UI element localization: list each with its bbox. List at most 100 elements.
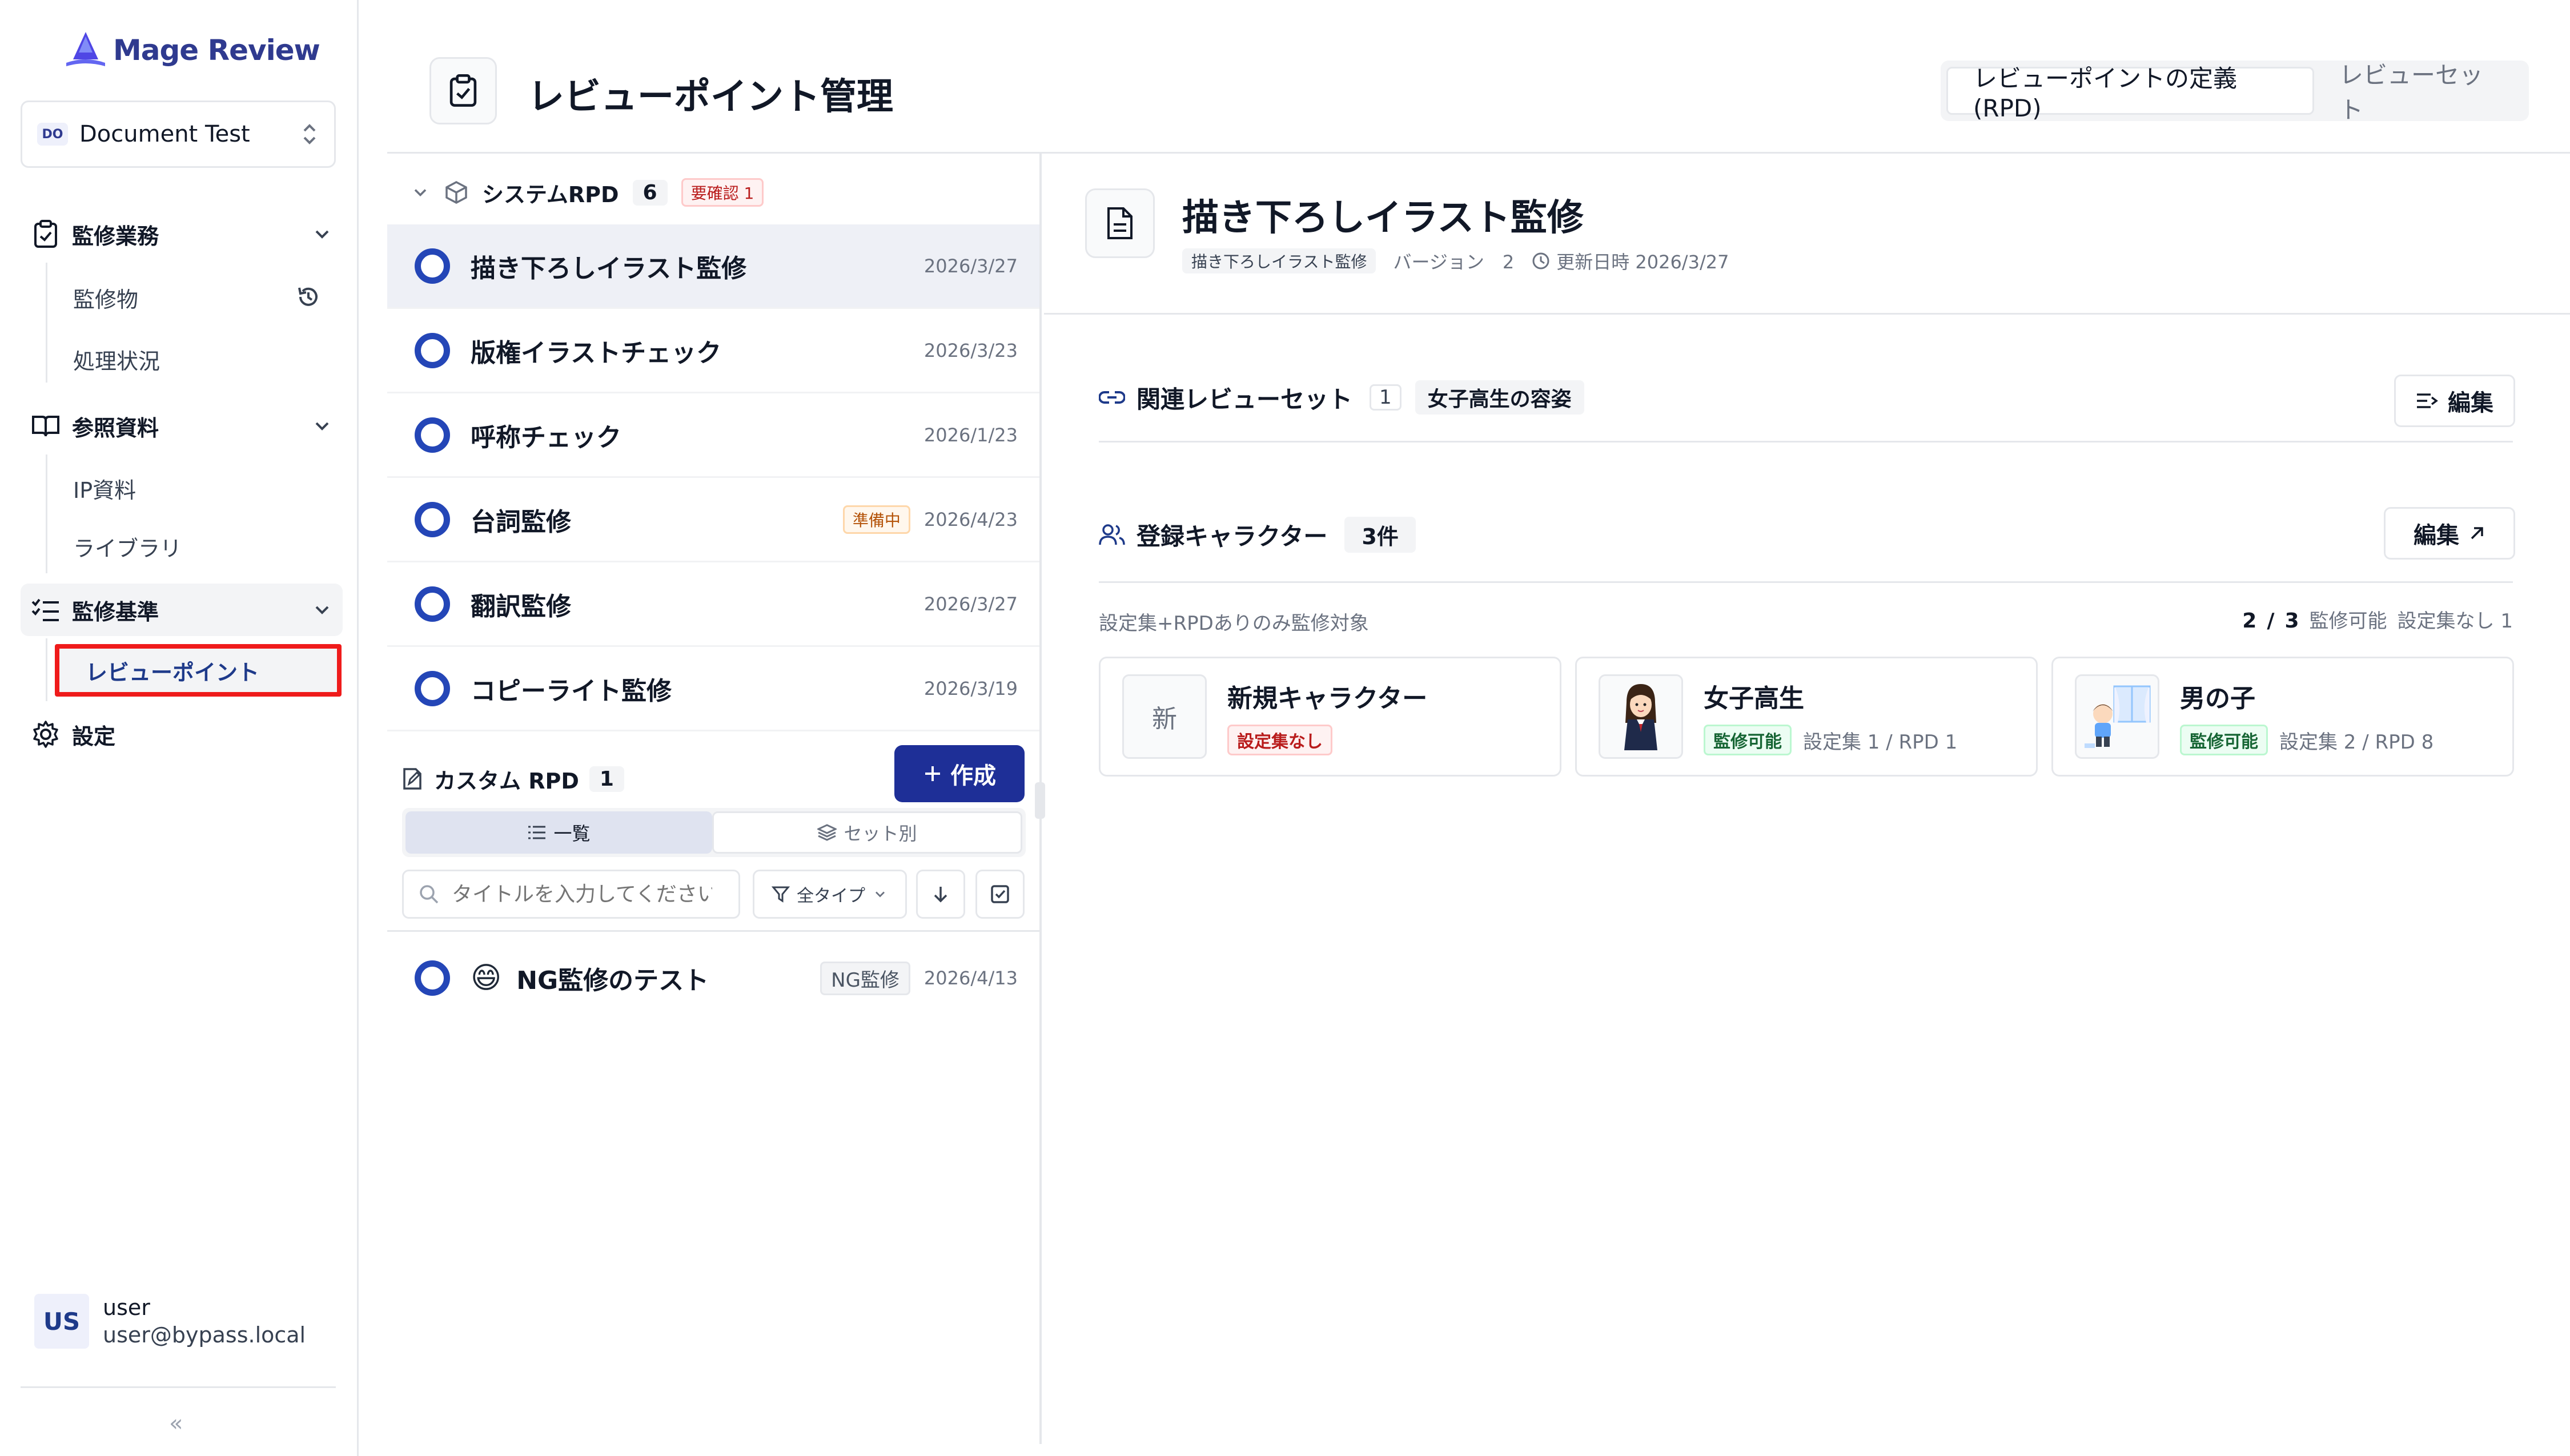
updated-at: 更新日時 2026/3/27 — [1531, 248, 1729, 274]
user-profile[interactable]: US user user@bypass.local — [34, 1294, 306, 1349]
sort-button[interactable] — [916, 870, 965, 919]
nav-guide-line — [46, 638, 47, 701]
nav-group-review-standards[interactable]: 監修基準 — [21, 584, 343, 636]
list-item-title: 翻訳監修 — [471, 592, 571, 621]
link-icon — [1099, 391, 1125, 404]
edit-characters-button[interactable]: 編集 — [2384, 507, 2515, 560]
list-item-title: 台詞監修 — [471, 507, 571, 537]
divider — [1044, 313, 2570, 315]
list-item[interactable]: 翻訳監修 2026/3/27 — [387, 562, 1039, 647]
type-badge: NG監修 — [820, 961, 910, 995]
system-rpd-header[interactable]: システムRPD 6 要確認 1 — [410, 165, 764, 220]
clipboard-check-icon — [30, 218, 62, 250]
review-set-tag[interactable]: 女子高生の容姿 — [1415, 380, 1584, 415]
character-thumbnail: 新 — [1122, 674, 1207, 759]
list-item[interactable]: 呼称チェック 2026/1/23 — [387, 393, 1039, 478]
divider — [1099, 441, 2513, 443]
page-icon — [429, 57, 497, 124]
nav-group-label: 監修業務 — [72, 223, 159, 249]
chevron-updown-icon — [303, 124, 316, 144]
list-item[interactable]: 描き下ろしイラスト監修 2026/3/27 — [387, 224, 1039, 309]
chevron-down-icon[interactable] — [410, 182, 431, 203]
list-item[interactable]: 版権イラストチェック 2026/3/23 — [387, 309, 1039, 393]
view-by-set-label: セット別 — [844, 823, 917, 844]
list-item-date: 2026/3/27 — [923, 593, 1018, 615]
nav-item-reviews[interactable]: 監修物 — [73, 282, 138, 313]
edit-review-sets-button[interactable]: 編集 — [2394, 375, 2515, 427]
status-ring-icon — [415, 586, 450, 622]
status-ring-icon — [415, 417, 450, 453]
avatar: US — [34, 1294, 89, 1349]
list-item[interactable]: 😄 NG監修のテスト NG監修 2026/4/13 — [387, 936, 1039, 1020]
collapse-sidebar-icon[interactable]: « — [169, 1410, 183, 1437]
external-arrow-icon — [2471, 527, 2483, 540]
custom-rpd-header: カスタム RPD 1 — [401, 747, 624, 810]
no-setting-badge: 設定集なし — [1227, 725, 1332, 755]
view-toggle: 一覧 セット別 — [402, 808, 1026, 857]
type-filter-label: 全タイプ — [797, 886, 865, 906]
list-item[interactable]: コピーライト監修 2026/3/19 — [387, 647, 1039, 731]
list-icon — [528, 826, 546, 839]
sidebar: Mage Review DO Document Test 監修業務 監修物 処理… — [0, 0, 359, 1456]
nav-group-reference[interactable]: 参照資料 — [21, 400, 343, 452]
logo-icon — [66, 32, 105, 66]
workspace-switcher[interactable]: DO Document Test — [21, 100, 336, 168]
updated-label: 更新日時 2026/3/27 — [1556, 251, 1729, 273]
nav-item-review-point[interactable]: レビューポイント — [55, 644, 342, 697]
review-eligible-badge: 監修可能 — [1704, 725, 1792, 755]
search-box[interactable] — [402, 870, 740, 919]
total-count: 3 — [2284, 609, 2299, 633]
view-list-button[interactable]: 一覧 — [405, 811, 712, 854]
nav-item-label: レビューポイント — [86, 659, 260, 685]
character-count: 3件 — [1344, 516, 1416, 553]
nav-settings-label: 設定 — [72, 723, 116, 749]
checkbox-icon — [991, 885, 1009, 903]
nav-item-ip-materials[interactable]: IP資料 — [73, 473, 136, 504]
list-item-date: 2026/3/23 — [923, 339, 1018, 361]
status-ring-icon — [415, 248, 450, 284]
nav-item-processing-status[interactable]: 処理状況 — [73, 344, 160, 375]
no-setting-count: 設定集なし 1 — [2397, 610, 2513, 633]
document-icon — [1085, 188, 1155, 258]
character-card[interactable]: 男の子 監修可能 設定集 2 / RPD 8 — [2051, 657, 2514, 777]
app-logo[interactable]: Mage Review — [64, 30, 320, 71]
gear-icon — [30, 718, 62, 750]
app-name: Mage Review — [113, 34, 320, 67]
view-list-label: 一覧 — [553, 823, 591, 844]
history-icon[interactable] — [295, 283, 322, 311]
character-card[interactable]: 新 新規キャラクター 設定集なし — [1099, 657, 1561, 777]
book-open-icon — [30, 410, 62, 442]
related-review-sets-section: 関連レビューセット 1 女子高生の容姿 — [1099, 377, 2513, 418]
search-input[interactable] — [451, 882, 713, 907]
nav-settings[interactable]: 設定 — [21, 708, 343, 761]
eligibility-summary: 2 / 3 監修可能 設定集なし 1 — [2242, 605, 2513, 633]
schoolgirl-illustration-icon — [1624, 684, 1657, 750]
nav-item-library[interactable]: ライブラリ — [73, 531, 182, 562]
nav-group-review-work[interactable]: 監修業務 — [21, 208, 343, 260]
create-button-label: 作成 — [950, 763, 996, 789]
select-mode-button[interactable] — [975, 870, 1025, 919]
status-ring-icon — [415, 332, 450, 368]
tab-review-set[interactable]: レビューセット — [2314, 61, 2523, 124]
review-eligible-badge: 監修可能 — [2180, 725, 2268, 755]
list-item[interactable]: 台詞監修 準備中 2026/4/23 — [387, 478, 1039, 562]
preparing-badge: 準備中 — [842, 505, 910, 534]
character-name: 新規キャラクター — [1227, 684, 1428, 713]
custom-rpd-count: 1 — [589, 766, 624, 792]
boy-illustration-icon — [2085, 685, 2151, 748]
panel-resize-handle[interactable] — [1035, 782, 1045, 819]
type-filter-dropdown[interactable]: 全タイプ — [753, 870, 907, 919]
create-button[interactable]: 作成 — [894, 745, 1025, 802]
emoji-icon: 😄 — [471, 961, 502, 995]
page-title: レビューポイント管理 — [528, 76, 893, 118]
eligible-count: 2 — [2242, 609, 2257, 633]
character-thumbnail — [1599, 674, 1683, 759]
workspace-name: Document Test — [79, 121, 250, 147]
new-character-glyph: 新 — [1152, 705, 1177, 734]
eligibility-note: 設定集+RPDありのみ監修対象 — [1099, 612, 1369, 635]
character-card[interactable]: 女子高生 監修可能 設定集 1 / RPD 1 — [1575, 657, 2038, 777]
nav-group-label: 参照資料 — [72, 415, 159, 441]
tab-rpd-definition[interactable]: レビューポイントの定義(RPD) — [1946, 65, 2314, 122]
view-by-set-button[interactable]: セット別 — [712, 811, 1022, 854]
user-name: user — [103, 1295, 150, 1320]
